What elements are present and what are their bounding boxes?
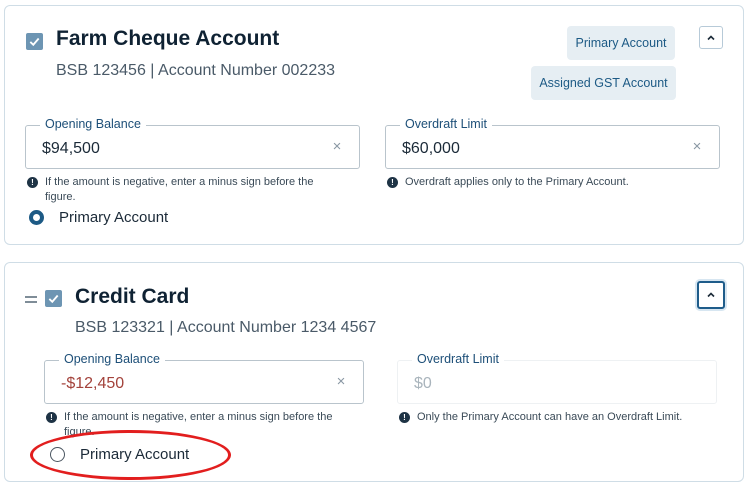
clear-icon[interactable]: × (333, 373, 349, 390)
clear-icon[interactable]: × (689, 138, 705, 155)
overdraft-limit-helper: ! Only the Primary Account can have an O… (399, 410, 719, 425)
info-icon: ! (46, 412, 57, 423)
select-account-checkbox[interactable] (26, 33, 43, 50)
check-icon (48, 294, 59, 304)
collapse-button[interactable] (699, 26, 723, 49)
opening-balance-helper: ! If the amount is negative, enter a min… (27, 175, 347, 205)
opening-balance-label: Opening Balance (59, 352, 165, 366)
primary-account-radio[interactable]: Primary Account (29, 209, 168, 226)
overdraft-limit-field: Overdraft Limit $0 (397, 352, 717, 404)
primary-account-radio-label: Primary Account (59, 209, 169, 226)
opening-balance-label: Opening Balance (40, 117, 146, 131)
info-icon: ! (27, 177, 38, 188)
account-subtitle: BSB 123456 | Account Number 002233 (56, 62, 336, 79)
overdraft-limit-field[interactable]: Overdraft Limit $60,000 × (385, 117, 720, 169)
gst-account-badge: Assigned GST Account (531, 66, 676, 100)
info-icon: ! (387, 177, 398, 188)
check-icon (29, 37, 40, 47)
account-subtitle: BSB 123321 | Account Number 1234 4567 (75, 319, 377, 336)
drag-handle-icon[interactable] (25, 296, 37, 306)
select-account-checkbox[interactable] (45, 290, 62, 307)
opening-balance-helper-text: If the amount is negative, enter a minus… (45, 176, 314, 203)
overdraft-limit-helper-text: Only the Primary Account can have an Ove… (417, 411, 683, 423)
account-card-farm-cheque: Farm Cheque Account BSB 123456 | Account… (4, 5, 744, 245)
opening-balance-value: -$12,450 (61, 375, 125, 392)
opening-balance-field[interactable]: Opening Balance $94,500 × (25, 117, 360, 169)
primary-account-badge: Primary Account (567, 26, 675, 60)
overdraft-limit-value: $60,000 (402, 140, 460, 157)
account-title: Farm Cheque Account (56, 27, 280, 50)
clear-icon[interactable]: × (329, 138, 345, 155)
opening-balance-value: $94,500 (42, 140, 100, 157)
account-title: Credit Card (75, 285, 190, 308)
annotation-highlight-ellipse (30, 430, 231, 480)
overdraft-limit-label: Overdraft Limit (412, 352, 504, 366)
info-icon: ! (399, 412, 410, 423)
opening-balance-field[interactable]: Opening Balance -$12,450 × (44, 352, 364, 404)
overdraft-limit-placeholder: $0 (414, 375, 432, 392)
overdraft-limit-helper: ! Overdraft applies only to the Primary … (387, 175, 717, 190)
chevron-up-icon (707, 34, 715, 40)
overdraft-limit-label: Overdraft Limit (400, 117, 492, 131)
chevron-up-icon (707, 292, 715, 298)
radio-checked-icon[interactable] (29, 210, 44, 225)
overdraft-limit-helper-text: Overdraft applies only to the Primary Ac… (405, 176, 629, 188)
collapse-button[interactable] (697, 281, 725, 309)
